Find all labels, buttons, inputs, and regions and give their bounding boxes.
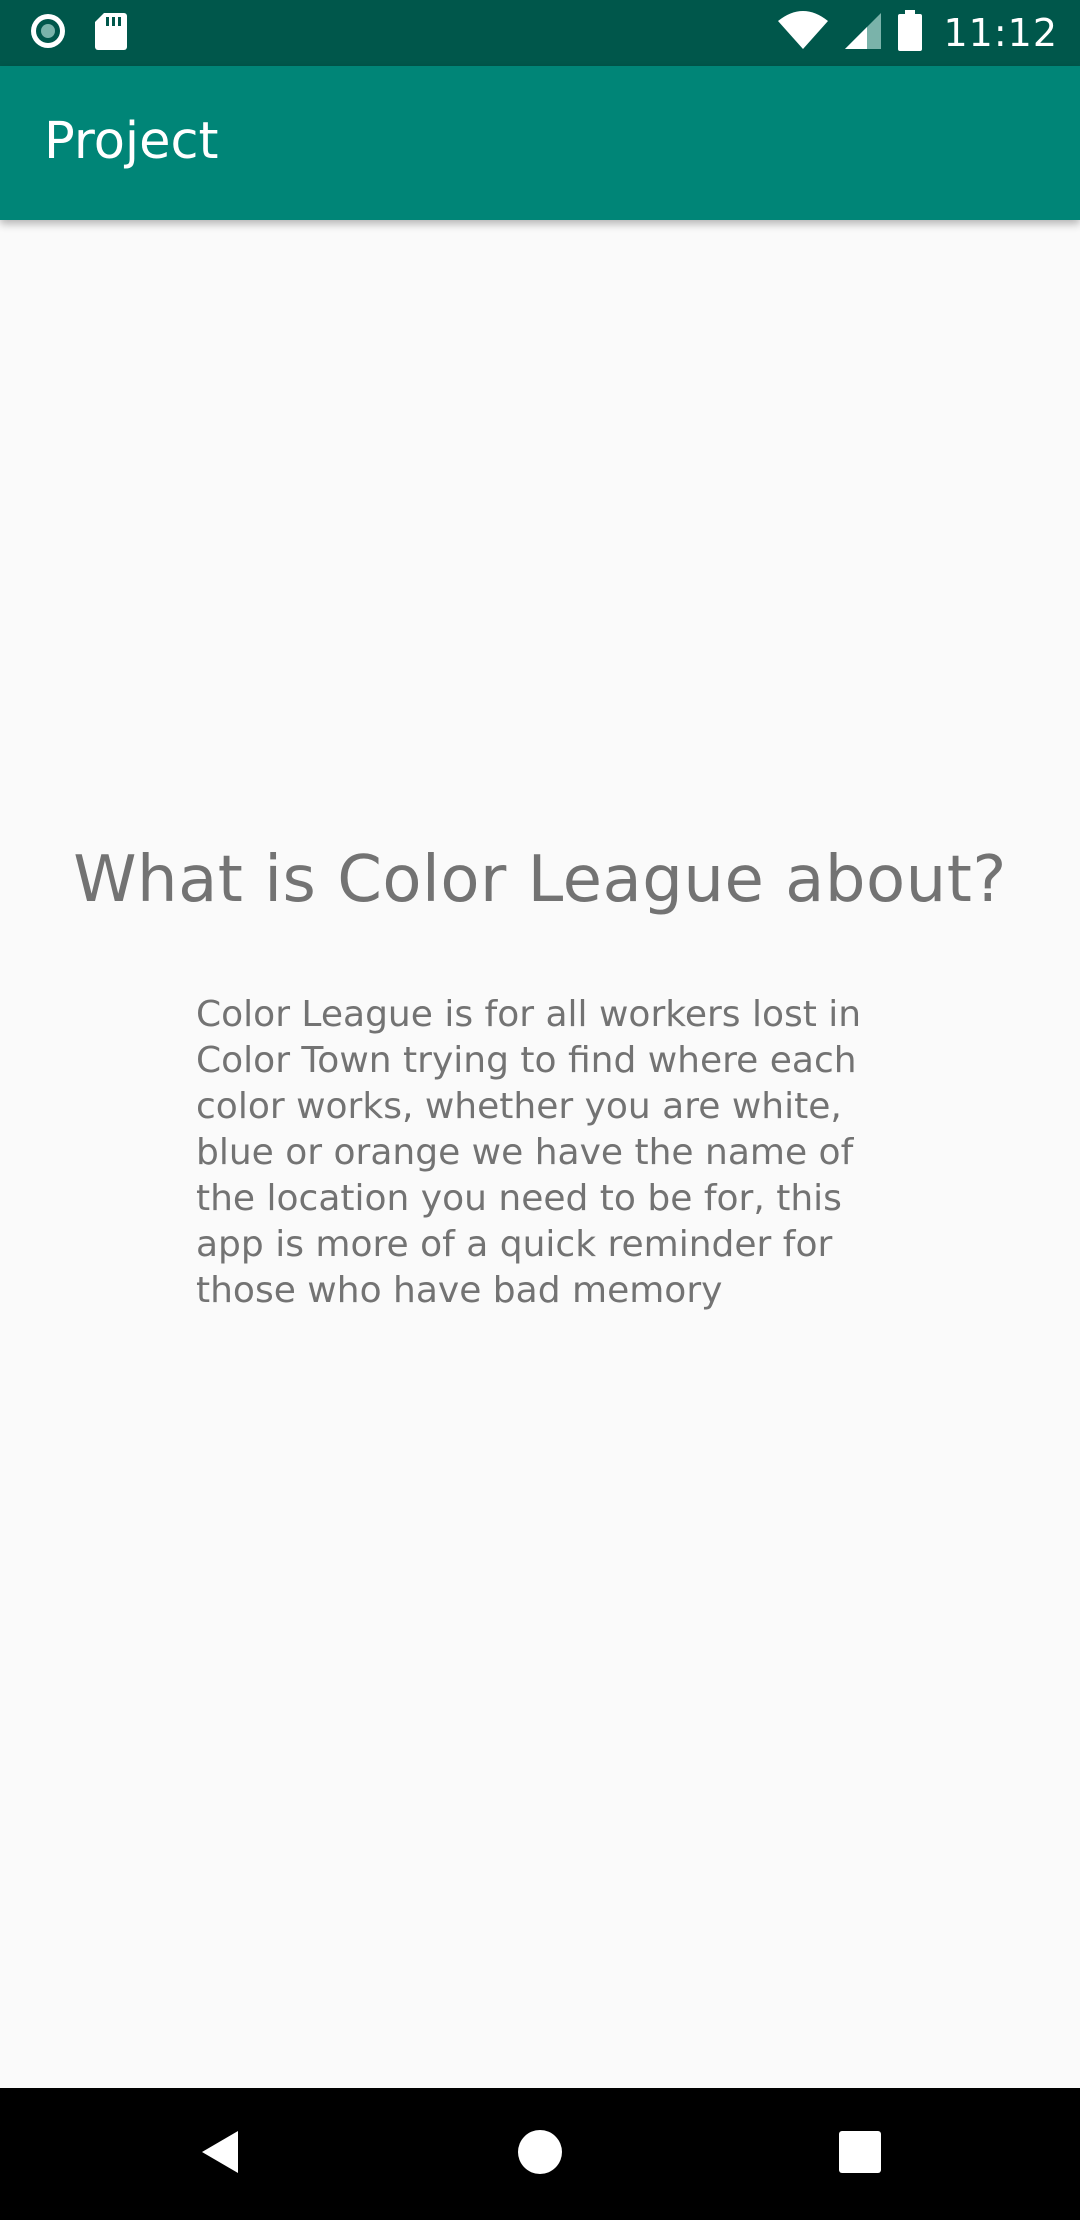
- recents-icon: [838, 2130, 882, 2178]
- navigation-bar: [0, 2088, 1080, 2220]
- recents-button[interactable]: [800, 2088, 920, 2220]
- signal-icon: [843, 11, 883, 55]
- wifi-icon: [777, 11, 829, 55]
- status-time: 11:12: [943, 11, 1058, 55]
- main-content: What is Color League about? Color League…: [0, 220, 1080, 2088]
- status-bar: 11:12: [0, 0, 1080, 66]
- status-notifications: [28, 12, 128, 54]
- home-button[interactable]: [480, 2088, 600, 2220]
- sd-card-icon: [94, 11, 128, 55]
- description-text: Color League is for all workers lost in …: [196, 994, 862, 1311]
- app-title: Project: [44, 112, 219, 171]
- page-heading: What is Color League about?: [73, 843, 1007, 917]
- back-button[interactable]: [160, 2088, 280, 2220]
- battery-icon: [897, 10, 923, 56]
- back-icon: [198, 2128, 242, 2180]
- app-bar: Project: [0, 66, 1080, 220]
- home-icon: [516, 2128, 564, 2180]
- status-system-icons: 11:12: [777, 8, 1058, 58]
- record-icon: [28, 11, 68, 55]
